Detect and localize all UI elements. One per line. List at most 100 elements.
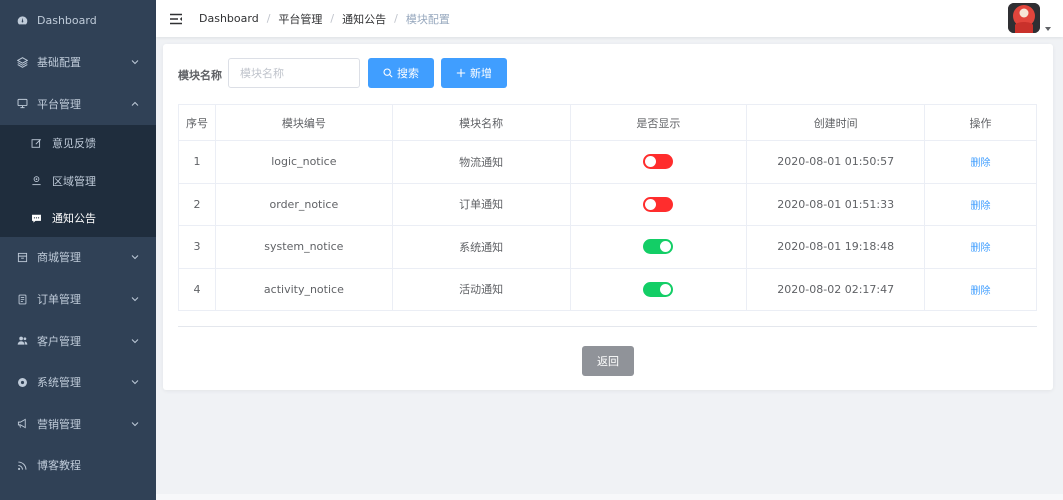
content-card: 模块名称 搜索 新增 序号 模块编号 模块名称 是否显示 创建时间 操作 1 l… xyxy=(163,44,1053,390)
cell-code: system_notice xyxy=(214,225,393,269)
cell-visible xyxy=(569,225,748,269)
delete-link[interactable]: 删除 xyxy=(971,286,991,297)
sidebar-item-label: 客户管理 xyxy=(37,334,81,348)
cell-created: 2020-08-02 02:17:47 xyxy=(746,267,926,311)
sidebar-item-dashboard[interactable]: Dashboard xyxy=(0,0,156,42)
sidebar-item-marketing[interactable]: 营销管理 xyxy=(0,403,156,445)
breadcrumb-separator: / xyxy=(394,12,398,25)
breadcrumb-item-current: 模块配置 xyxy=(405,12,450,26)
cell-visible xyxy=(569,182,748,226)
table-row: 4 activity_notice 活动通知 2020-08-02 02:17:… xyxy=(178,267,1037,311)
sidebar-item-label: 订单管理 xyxy=(37,293,81,307)
visibility-toggle[interactable] xyxy=(643,154,674,170)
layers-icon xyxy=(16,56,28,68)
avatar[interactable] xyxy=(1008,3,1040,33)
sidebar-item-platform[interactable]: 平台管理 xyxy=(0,83,156,125)
monitor-icon xyxy=(16,98,28,110)
sidebar-item-label: 意见反馈 xyxy=(52,137,96,151)
table-row: 1 logic_notice 物流通知 2020-08-01 01:50:57 … xyxy=(178,140,1037,184)
sidebar-item-orders[interactable]: 订单管理 xyxy=(0,278,156,320)
chevron-down-icon xyxy=(130,419,140,429)
breadcrumb-separator: / xyxy=(266,12,271,25)
visibility-toggle[interactable] xyxy=(643,196,674,212)
sidebar-item-region[interactable]: 区域管理 xyxy=(0,162,156,199)
chevron-down-icon xyxy=(130,336,140,346)
cell-actions: 删除 xyxy=(924,267,1037,311)
visibility-toggle[interactable] xyxy=(643,239,674,255)
cell-index: 4 xyxy=(178,267,216,311)
toggle-knob xyxy=(645,198,657,210)
search-button[interactable]: 搜索 xyxy=(368,58,434,88)
sidebar-item-label: Dashboard xyxy=(37,14,97,28)
delete-link[interactable]: 删除 xyxy=(971,243,991,254)
caret-down-icon[interactable] xyxy=(1045,20,1051,31)
sidebar-item-label: 营销管理 xyxy=(37,417,81,431)
sidebar-item-label: 通知公告 xyxy=(52,212,96,226)
sidebar-item-basic-config[interactable]: 基础配置 xyxy=(0,42,156,84)
sidebar-item-label: 平台管理 xyxy=(37,97,81,111)
sidebar-item-system[interactable]: 系统管理 xyxy=(0,361,156,403)
delete-link[interactable]: 删除 xyxy=(971,201,991,212)
add-button-label: 新增 xyxy=(470,67,492,80)
add-button[interactable]: 新增 xyxy=(441,58,507,88)
table-header-visible: 是否显示 xyxy=(569,104,748,141)
sidebar-item-notice[interactable]: 通知公告 xyxy=(0,199,156,236)
table-header-created: 创建时间 xyxy=(746,104,926,141)
navbar: Dashboard / 平台管理 / 通知公告 / 模块配置 xyxy=(156,0,1063,37)
cell-actions: 删除 xyxy=(924,225,1037,269)
chevron-down-icon xyxy=(130,57,140,67)
module-name-label: 模块名称 xyxy=(178,69,222,82)
cell-code: order_notice xyxy=(214,182,393,226)
cell-name: 系统通知 xyxy=(391,225,571,269)
chevron-down-icon xyxy=(130,377,140,387)
table-header-index: 序号 xyxy=(178,104,216,141)
cell-name: 订单通知 xyxy=(391,182,571,226)
plus-icon xyxy=(456,68,466,78)
users-icon xyxy=(16,335,28,347)
table-header-name: 模块名称 xyxy=(391,104,571,141)
hamburger-menu-icon[interactable] xyxy=(169,12,183,26)
table-row: 2 order_notice 订单通知 2020-08-01 01:51:33 … xyxy=(178,182,1037,226)
visibility-toggle[interactable] xyxy=(643,281,674,297)
page-bottom-strip xyxy=(156,494,1063,500)
cell-actions: 删除 xyxy=(924,182,1037,226)
table-header-code: 模块编号 xyxy=(214,104,393,141)
back-button[interactable]: 返回 xyxy=(582,346,634,376)
breadcrumb-item-dashboard[interactable]: Dashboard xyxy=(199,12,259,25)
megaphone-icon xyxy=(16,418,28,430)
sidebar-item-feedback[interactable]: 意见反馈 xyxy=(0,125,156,162)
cell-created: 2020-08-01 19:18:48 xyxy=(746,225,926,269)
rss-icon xyxy=(16,459,28,471)
chevron-down-icon xyxy=(130,252,140,262)
sidebar-item-blog[interactable]: 博客教程 xyxy=(0,445,156,487)
search-button-label: 搜索 xyxy=(397,67,419,80)
breadcrumb-separator: / xyxy=(330,12,335,25)
cell-index: 2 xyxy=(178,182,216,226)
table-row: 3 system_notice 系统通知 2020-08-01 19:18:48… xyxy=(178,225,1037,269)
toggle-knob xyxy=(645,156,657,168)
table-header-actions: 操作 xyxy=(924,104,1037,141)
cell-created: 2020-08-01 01:50:57 xyxy=(746,140,926,184)
cell-visible xyxy=(569,140,748,184)
chevron-up-icon xyxy=(130,99,140,109)
sidebar: Dashboard 基础配置 平台管理 意见反馈 区域管理 通知公告 商城管理 … xyxy=(0,0,156,500)
cell-index: 1 xyxy=(178,140,216,184)
module-name-input[interactable] xyxy=(228,58,360,88)
toggle-knob xyxy=(660,283,672,295)
location-icon xyxy=(30,175,42,187)
cell-name: 物流通知 xyxy=(391,140,571,184)
breadcrumb-item-notice[interactable]: 通知公告 xyxy=(342,11,386,27)
delete-link[interactable]: 删除 xyxy=(971,158,991,169)
breadcrumb-item-platform[interactable]: 平台管理 xyxy=(278,11,322,27)
cell-name: 活动通知 xyxy=(391,267,571,311)
edit-icon xyxy=(30,137,42,149)
sidebar-item-label: 商城管理 xyxy=(37,251,81,265)
order-icon xyxy=(16,293,28,305)
sidebar-item-label: 区域管理 xyxy=(52,174,96,188)
sidebar-item-label: 系统管理 xyxy=(37,376,81,390)
table-header-row: 序号 模块编号 模块名称 是否显示 创建时间 操作 xyxy=(178,104,1037,141)
dashboard-icon xyxy=(16,15,28,27)
sidebar-item-customers[interactable]: 客户管理 xyxy=(0,320,156,362)
sidebar-item-shop[interactable]: 商城管理 xyxy=(0,237,156,279)
cell-index: 3 xyxy=(178,225,216,269)
